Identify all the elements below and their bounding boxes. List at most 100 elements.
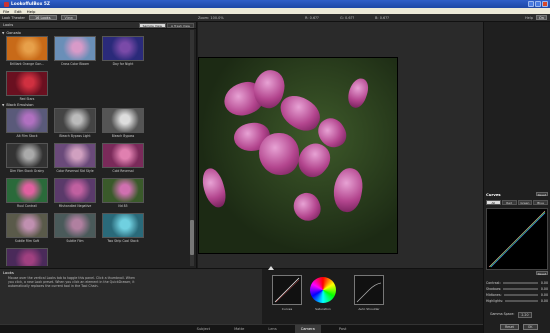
- app-icon: [4, 1, 9, 7]
- gamma-input[interactable]: 2.20: [518, 312, 532, 318]
- look-caption: Cold Reversal: [112, 169, 134, 173]
- curves-title: Curves: [486, 192, 501, 197]
- look-thumbnail[interactable]: Dim Film Stock Grainy: [6, 143, 48, 174]
- look-grid: Alt Film Stock Bleach Bypass Light Bleach …: [2, 108, 188, 266]
- look-thumbnail[interactable]: Day for Night: [102, 36, 144, 67]
- tab-matte[interactable]: Matte: [228, 325, 250, 333]
- look-preview-image: [54, 178, 96, 203]
- chevron-down-icon: ▼: [2, 31, 5, 35]
- channel-tab-blue[interactable]: Blue: [533, 200, 548, 205]
- look-theater-label: Look Theater: [2, 15, 25, 20]
- look-preview-image: [6, 36, 48, 61]
- curve-sliders: Contrast: 0.00 Shadows: 0.00 Midtones: 0.00 Hi…: [486, 280, 548, 304]
- look-thumbnail[interactable]: Color Reversal Std Style: [54, 143, 96, 174]
- look-thumbnail[interactable]: Cold Reversal: [102, 143, 144, 174]
- look-thumbnail[interactable]: Bleach Bypass Light: [54, 108, 96, 139]
- look-caption: Day for Night: [112, 62, 134, 66]
- look-grid: Brilliant Orange Gon... Cross Color Bloom…: [2, 36, 188, 102]
- look-caption: Brilliant Orange Gon...: [9, 62, 45, 66]
- gamma-row: Gamma Space: 2.20: [490, 312, 532, 318]
- saturation-tool[interactable]: [308, 275, 338, 305]
- chevron-down-icon: ▼: [2, 103, 5, 107]
- look-caption: Color Reversal Std Style: [56, 169, 94, 173]
- reset-button[interactable]: Reset: [500, 324, 519, 330]
- curves-tool-label: Curves: [281, 307, 293, 311]
- minimize-icon[interactable]: [528, 1, 534, 7]
- tab-camera[interactable]: Camera: [294, 325, 321, 333]
- curves-tool[interactable]: [272, 275, 302, 305]
- preview-photo: [198, 57, 398, 254]
- curves-reset-button-2[interactable]: Reset: [535, 271, 548, 276]
- look-preview-image: [102, 178, 144, 203]
- look-preview-image: [6, 178, 48, 203]
- look-caption: Alt Film Stock: [16, 134, 38, 138]
- look-thumbnail[interactable]: Mishandled Negative: [54, 178, 96, 209]
- help-text: Mouse over the vertical Looks tab to tog…: [8, 276, 135, 288]
- curves-tool-icon: [274, 277, 300, 303]
- tab-lens[interactable]: Lens: [262, 325, 282, 333]
- menu-edit[interactable]: Edit: [14, 9, 21, 14]
- slider-value[interactable]: 0.00: [540, 298, 548, 304]
- look-caption: Nd 85: [118, 204, 128, 208]
- channel-tab-green[interactable]: Green: [517, 200, 533, 205]
- look-thumbnail[interactable]: Alt Film Stock: [6, 108, 48, 139]
- image-viewer[interactable]: [198, 22, 483, 268]
- bottom-tabs: Subject Matte Lens Camera Post: [0, 324, 483, 333]
- slider-track[interactable]: [505, 300, 538, 302]
- scrollbar-thumb[interactable]: [190, 220, 194, 255]
- tab-post[interactable]: Post: [333, 325, 353, 333]
- curves-reset-button[interactable]: Reset: [535, 192, 548, 197]
- tab-trash-view[interactable]: A Trash View: [166, 23, 194, 28]
- help-select[interactable]: On: [536, 15, 547, 20]
- look-thumbnail[interactable]: Nd 85: [102, 178, 144, 209]
- look-preview-image: [6, 248, 48, 266]
- look-thumbnail[interactable]: Brilliant Orange Gon...: [6, 36, 48, 67]
- look-caption: Two Strip Cool Stock: [107, 239, 139, 243]
- look-preview-image: [54, 143, 96, 168]
- title-bar: LookoffulBox 5Z: [0, 0, 550, 8]
- look-thumbnail[interactable]: Subtle Film: [54, 213, 96, 244]
- shoulder-curve-icon: [356, 282, 382, 303]
- tab-sample-view[interactable]: Sample View: [138, 23, 166, 28]
- look-caption: Subtle Film: [66, 239, 84, 243]
- close-icon[interactable]: [542, 1, 548, 7]
- curve-editor[interactable]: [486, 208, 548, 270]
- look-thumbnail[interactable]: Warm Stock 01: [6, 248, 48, 266]
- looks-scrollbar[interactable]: [190, 30, 194, 266]
- looks-panel-title: Looks: [3, 23, 14, 27]
- look-select[interactable]: 16 Looks: [28, 15, 57, 20]
- view-button[interactable]: View: [60, 15, 77, 20]
- b-readout: B: 0.6??: [375, 16, 389, 20]
- tab-subject[interactable]: Subject: [191, 325, 216, 333]
- slider-track[interactable]: [503, 294, 538, 296]
- curve-graph: [488, 210, 546, 268]
- look-preview-image: [102, 143, 144, 168]
- maximize-icon[interactable]: [535, 1, 541, 7]
- r-readout: R: 0.6??: [305, 16, 319, 20]
- menu-file[interactable]: File: [3, 9, 9, 14]
- gamma-label: Gamma Space:: [490, 312, 515, 316]
- slider-track[interactable]: [503, 288, 538, 290]
- g-readout: G: 0.6??: [340, 16, 355, 20]
- menu-help[interactable]: Help: [27, 9, 36, 14]
- slider-track[interactable]: [502, 282, 538, 284]
- ok-button[interactable]: OK: [522, 324, 538, 330]
- look-thumbnail[interactable]: Two Strip Cool Stock: [102, 213, 144, 244]
- look-preview-image: [54, 213, 96, 238]
- slider-label: Highlights:: [486, 299, 504, 303]
- look-thumbnail[interactable]: Subtle Film Soft: [6, 213, 48, 244]
- look-thumbnail[interactable]: Cross Color Bloom: [54, 36, 96, 67]
- look-thumbnail[interactable]: Ruul Contrail: [6, 178, 48, 209]
- look-preview-image: [102, 36, 144, 61]
- auto-shoulder-tool[interactable]: [354, 275, 384, 305]
- channel-tab-all[interactable]: All: [486, 200, 501, 205]
- help-title: Looks: [3, 270, 14, 275]
- look-caption: Dim Film Stock Grainy: [9, 169, 45, 173]
- look-thumbnail[interactable]: Red Stars: [6, 71, 48, 102]
- slider-row: Highlights: 0.00: [486, 298, 548, 304]
- look-preview-image: [54, 108, 96, 133]
- look-thumbnail[interactable]: Bleach Bypass: [102, 108, 144, 139]
- tool-marker-icon: [268, 266, 274, 270]
- look-preview-image: [102, 213, 144, 238]
- channel-tab-red[interactable]: Red: [501, 200, 517, 205]
